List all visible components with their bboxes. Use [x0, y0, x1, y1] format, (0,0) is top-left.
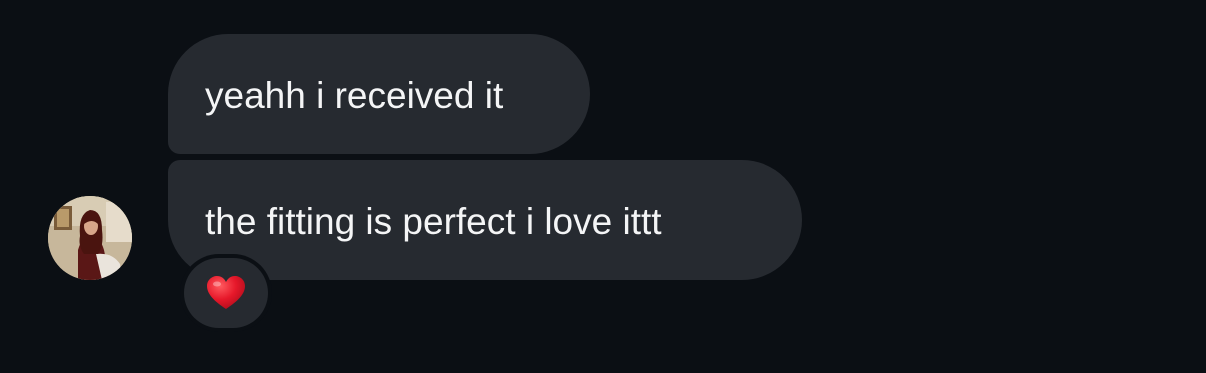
chat-thread: yeahh i received it the fitting is perfe… [0, 0, 1206, 373]
reaction-badge-inner [184, 258, 268, 328]
avatar[interactable] [48, 196, 132, 280]
message-text: yeahh i received it [205, 74, 504, 116]
avatar-image [48, 196, 132, 280]
reaction-badge[interactable] [180, 254, 272, 332]
heart-icon [207, 276, 245, 309]
message-bubble[interactable]: the fitting is perfect i love ittt [168, 160, 802, 280]
message-bubble[interactable]: yeahh i received it [168, 34, 590, 154]
message-text: the fitting is perfect i love ittt [205, 200, 662, 242]
